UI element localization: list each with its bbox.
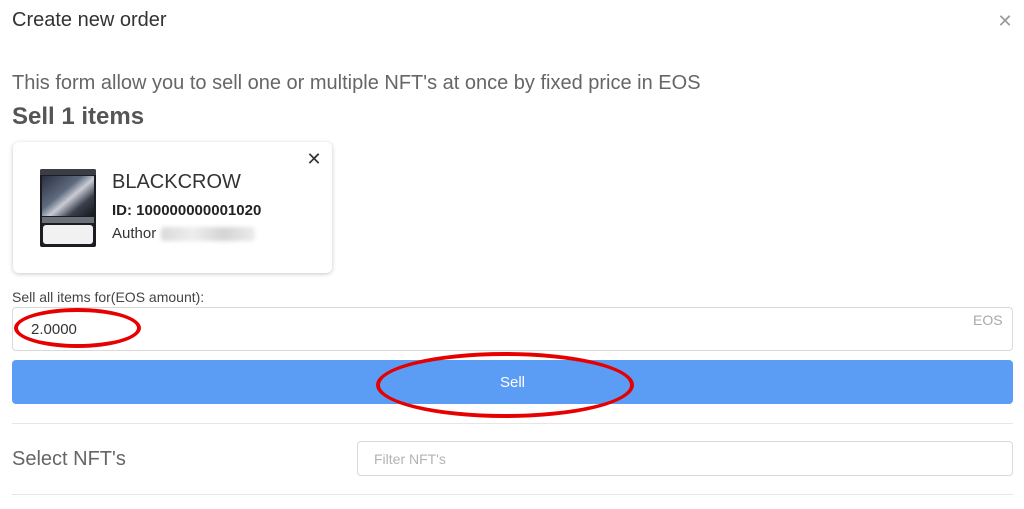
nft-id: ID: 100000000001020 — [112, 202, 262, 219]
price-field: EOS — [12, 307, 1013, 351]
currency-suffix: EOS — [973, 312, 1003, 328]
divider — [12, 423, 1013, 424]
remove-nft-icon[interactable]: ✕ — [305, 150, 323, 168]
filter-nfts-input[interactable] — [357, 441, 1013, 476]
sell-button[interactable]: Sell — [12, 360, 1013, 404]
thumbnail-bar — [42, 217, 94, 223]
select-nfts-heading: Select NFT's — [12, 448, 126, 470]
close-icon[interactable]: ✕ — [994, 10, 1016, 32]
nft-name: BLACKCROW — [112, 171, 241, 193]
nft-author: Author — [112, 225, 256, 242]
nft-thumbnail — [40, 169, 96, 247]
price-label: Sell all items for(EOS amount): — [12, 289, 205, 305]
thumbnail-text-box — [43, 225, 93, 244]
nft-card: ✕ BLACKCROW ID: 100000000001020 Author — [13, 142, 332, 273]
divider — [12, 494, 1013, 495]
form-description: This form allow you to sell one or multi… — [12, 72, 701, 94]
author-label: Author — [112, 225, 157, 242]
price-input[interactable] — [31, 318, 931, 340]
sell-count-heading: Sell 1 items — [12, 103, 145, 130]
author-name-redacted — [161, 226, 256, 241]
create-order-modal: Create new order ✕ This form allow you t… — [0, 0, 1024, 509]
thumbnail-header — [40, 169, 96, 175]
modal-title: Create new order — [12, 9, 167, 31]
thumbnail-artwork — [42, 176, 94, 216]
